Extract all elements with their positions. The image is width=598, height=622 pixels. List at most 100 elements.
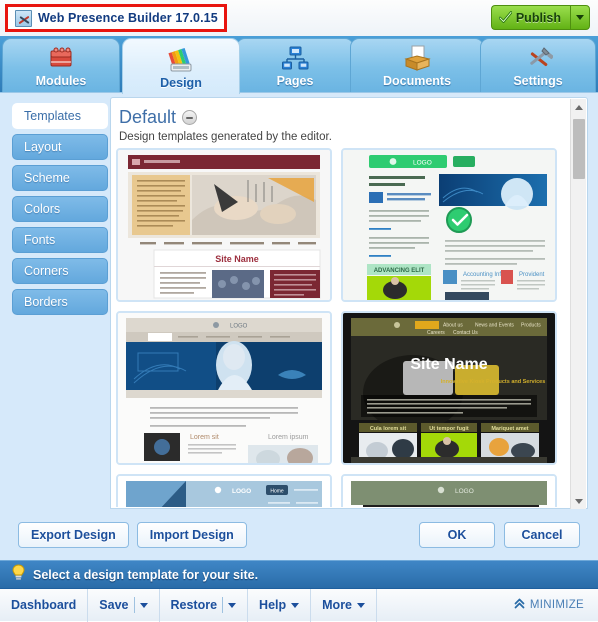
bottom-toolbar: Dashboard Save Restore Help More MINIMIZ… [0,588,598,622]
save-button[interactable]: Save [88,588,160,622]
export-design-button[interactable]: Export Design [18,522,129,548]
design-panel: Templates Layout Scheme Colors Fonts Cor… [0,92,598,560]
publish-dropdown-button[interactable] [570,5,590,30]
minus-circle-icon[interactable] [182,110,198,125]
tab-modules[interactable]: Modules [2,38,120,92]
sitemap-icon [280,44,310,72]
color-fan-icon [166,46,196,74]
tab-settings[interactable]: Settings [480,38,596,92]
more-button[interactable]: More [311,588,378,622]
section-subtitle: Design templates generated by the editor… [119,131,332,143]
svg-text:LOGO: LOGO [230,324,248,330]
minimize-button[interactable]: MINIMIZE [514,598,598,612]
scroll-down-button[interactable] [571,493,587,509]
app-title: Web Presence Builder 17.0.15 [38,11,218,25]
more-label: More [322,598,353,612]
sidebar-item-label: Corners [24,264,69,278]
svg-text:About us: About us [443,323,463,329]
sidebar-item-fonts[interactable]: Fonts [12,227,108,253]
svg-text:Lorem ipsum: Lorem ipsum [268,434,309,441]
caret-down-icon[interactable] [228,602,237,608]
hint-text: Select a design template for your site. [33,567,259,582]
svg-text:Contact Us: Contact Us [453,330,478,336]
publish-button[interactable]: Publish [490,5,570,30]
restore-button[interactable]: Restore [160,588,249,622]
sidebar-item-label: Templates [24,109,81,123]
svg-text:Products: Products [521,323,541,329]
caret-down-icon[interactable] [291,602,300,608]
help-button[interactable]: Help [248,588,312,622]
svg-text:LOGO: LOGO [413,160,432,167]
svg-text:Lorem sit: Lorem sit [190,434,219,441]
dashboard-label: Dashboard [11,598,77,612]
template-card-sky-blue[interactable]: LOGO Home [116,474,332,507]
svg-text:Site Name: Site Name [410,356,487,373]
svg-text:Cula lorem sit: Cula lorem sit [370,426,407,432]
status-hint-bar: Select a design template for your site. [0,560,598,588]
chevron-double-up-icon [514,598,525,612]
app-title-highlight: Web Presence Builder 17.0.15 [5,4,227,32]
svg-text:Provident: Provident [519,272,545,278]
sidebar-item-label: Scheme [24,171,70,185]
gallery-scrollbar[interactable] [570,99,586,509]
main-tab-strip: Modules Design Pages Documents Settings [0,36,598,94]
file-box-icon [402,44,432,72]
template-gallery: Site Name LOGO ADVANCING ELIT Accounting… [112,144,570,507]
title-bar: Web Presence Builder 17.0.15 Publish [0,0,598,36]
sidebar-item-label: Colors [24,202,61,216]
dashboard-button[interactable]: Dashboard [0,588,89,622]
svg-text:Home: Home [270,489,284,495]
import-design-button[interactable]: Import Design [136,522,247,548]
svg-text:Careers: Careers [427,330,445,336]
caret-down-icon[interactable] [357,602,366,608]
template-card-dark-olive[interactable]: About us News and Events Products Careers C… [341,311,557,465]
save-label: Save [99,598,129,612]
template-card-maroon-drafting[interactable]: Site Name [116,148,332,302]
template-card-green-business[interactable]: LOGO ADVANCING ELIT Accounting Info Prov… [341,148,557,302]
sidebar-item-corners[interactable]: Corners [12,258,108,284]
minimize-label: MINIMIZE [529,599,584,611]
tab-pages[interactable]: Pages [236,38,354,92]
tab-documents[interactable]: Documents [350,38,484,92]
sidebar-item-label: Fonts [24,233,56,247]
lightbulb-icon [11,563,26,586]
design-sidebar: Templates Layout Scheme Colors Fonts Cor… [12,103,108,320]
tab-label: Modules [35,74,87,88]
help-label: Help [259,598,287,612]
app-builder-icon [15,9,32,27]
svg-text:ADVANCING ELIT: ADVANCING ELIT [374,268,425,274]
publish-control[interactable]: Publish [490,5,590,30]
svg-text:LOGO: LOGO [232,488,251,495]
triangle-up-icon [575,104,583,110]
tab-label: Pages [276,74,314,88]
sidebar-item-scheme[interactable]: Scheme [12,165,108,191]
templates-content-area: Default Design templates generated by th… [110,97,588,509]
sidebar-item-templates[interactable]: Templates [12,103,108,129]
svg-text:LOGO: LOGO [455,488,474,495]
svg-text:Innovative Kiosk Products and: Innovative Kiosk Products and Services [441,379,546,385]
sidebar-item-layout[interactable]: Layout [12,134,108,160]
sidebar-item-borders[interactable]: Borders [12,289,108,315]
tools-icon [523,44,554,72]
template-card-blue-corporate[interactable]: LOGO Lorem sit Lorem ipsum [116,311,332,465]
page-title: Default [119,107,177,127]
caret-down-icon[interactable] [139,602,148,608]
svg-text:Mariquet amet: Mariquet amet [491,426,528,432]
cancel-button[interactable]: Cancel [504,522,580,548]
svg-text:Site Name: Site Name [215,254,259,264]
tab-label: Settings [513,74,563,88]
sidebar-item-label: Borders [24,295,68,309]
svg-text:Ut tempor fugit: Ut tempor fugit [429,426,469,432]
split-divider [222,597,224,613]
tab-design[interactable]: Design [122,38,240,94]
svg-text:News and Events: News and Events [475,323,514,329]
publish-label: Publish [515,10,561,25]
sidebar-item-colors[interactable]: Colors [12,196,108,222]
ok-button[interactable]: OK [419,522,495,548]
check-icon [498,11,513,24]
split-divider [133,597,135,613]
scrollbar-thumb[interactable] [573,119,585,179]
template-card-sage-green[interactable]: LOGO Lorem sit [341,474,557,507]
scroll-up-button[interactable] [571,99,587,115]
tab-label: Design [160,76,202,90]
